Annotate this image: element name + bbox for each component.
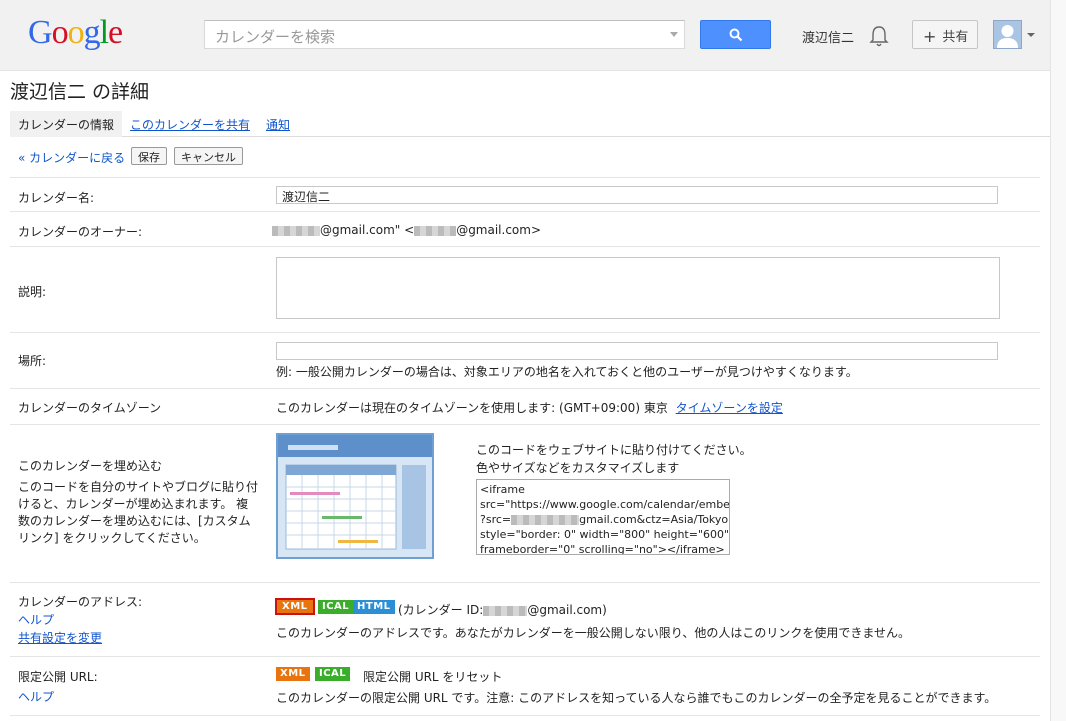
- calendar-id-suffix: @gmail.com): [527, 603, 607, 617]
- code-line: <iframe: [480, 483, 525, 496]
- set-timezone-link[interactable]: タイムゾーンを設定: [676, 401, 783, 415]
- tab-calendar-details[interactable]: カレンダーの情報: [10, 111, 123, 137]
- private-xml-badge-button[interactable]: XML: [276, 667, 310, 681]
- embed-desc-line: 数のカレンダーを埋め込むには、[カスタム: [18, 514, 251, 528]
- private-ical-badge-button[interactable]: ICAL: [315, 667, 351, 681]
- owner-email-1: @gmail.com": [320, 223, 401, 237]
- logo-letter: g: [83, 14, 101, 51]
- calendar-id-prefix: (カレンダー ID:: [398, 603, 484, 617]
- redacted-email: [483, 605, 528, 616]
- address-section: カレンダーのアドレス: ヘルプ 共有設定を変更: [18, 593, 142, 647]
- search-button[interactable]: [700, 20, 771, 49]
- cancel-button[interactable]: キャンセル: [174, 147, 243, 165]
- code-line: frameborder="0" scrolling="no"></iframe>: [480, 543, 725, 555]
- calendar-name-value: 渡辺信二: [282, 190, 331, 204]
- logo-letter: o: [51, 14, 69, 51]
- user-name[interactable]: 渡辺信二: [802, 27, 854, 46]
- owner-value: @gmail.com" < @gmail.com>: [272, 223, 541, 237]
- reset-private-url-link[interactable]: 限定公開 URL をリセット: [363, 668, 502, 685]
- share-label: 共有: [942, 30, 969, 45]
- location-note: 例: 一般公開カレンダーの場合は、対象エリアの地名を入れておくと他のユーザーが見…: [276, 365, 858, 379]
- html-badge-button[interactable]: HTML: [353, 600, 395, 614]
- help-link[interactable]: ヘルプ: [18, 611, 142, 629]
- embed-instruction: このコードをウェブサイトに貼り付けてください。: [476, 443, 752, 457]
- calendar-name-field[interactable]: 渡辺信二: [276, 186, 998, 204]
- top-bar: Google カレンダーを検索 渡辺信二 + 共有: [0, 0, 1050, 71]
- private-url-section: 限定公開 URL: ヘルプ: [18, 667, 98, 707]
- timezone-value: このカレンダーは現在のタイムゾーンを使用します: (GMT+09:00) 東京 …: [276, 399, 783, 416]
- chevron-down-icon[interactable]: [1027, 33, 1035, 37]
- search-icon: [729, 28, 743, 42]
- tab-notifications[interactable]: 通知: [258, 111, 298, 137]
- location-field[interactable]: [276, 342, 998, 360]
- row-calendar-address: カレンダーのアドレス: ヘルプ 共有設定を変更 XML ICAL HTML (カ…: [10, 582, 1040, 656]
- back-to-calendar-link[interactable]: « カレンダーに戻る: [18, 149, 125, 166]
- row-timezone: カレンダーのタイムゾーン このカレンダーは現在のタイムゾーンを使用します: (G…: [10, 388, 1040, 424]
- embed-desc-line: このコードを自分のサイトやブログに貼り付: [18, 480, 259, 494]
- tab-bar: カレンダーの情報 このカレンダーを共有 通知: [10, 111, 1050, 137]
- avatar[interactable]: [993, 20, 1022, 49]
- share-button[interactable]: + 共有: [912, 20, 978, 49]
- embed-section: このカレンダーを埋め込む このコードを自分のサイトやブログに貼り付 けると、カレ…: [18, 458, 258, 547]
- change-sharing-link[interactable]: 共有設定を変更: [18, 629, 142, 647]
- logo-letter: e: [108, 14, 123, 51]
- chevron-down-icon[interactable]: [670, 32, 678, 37]
- search-placeholder: カレンダーを検索: [215, 28, 336, 46]
- search-input[interactable]: カレンダーを検索: [204, 20, 685, 49]
- embed-code-textarea[interactable]: <iframe src="https://www.google.com/calen…: [476, 479, 730, 555]
- embedded-calendar-preview-image: [276, 433, 434, 559]
- private-help-link[interactable]: ヘルプ: [18, 687, 98, 707]
- owner-label: カレンダーのオーナー:: [18, 225, 143, 239]
- row-embed: このカレンダーを埋め込む このコードを自分のサイトやブログに貼り付 けると、カレ…: [10, 424, 1040, 582]
- description-textarea[interactable]: [276, 257, 1000, 319]
- redacted-email: [511, 515, 580, 525]
- user-silhouette-icon: [997, 25, 1018, 48]
- code-line: src="https://www.google.com/calendar/emb…: [480, 498, 730, 511]
- timezone-text: このカレンダーは現在のタイムゾーンを使用します: (GMT+09:00) 東京: [276, 401, 668, 415]
- row-private-url: 限定公開 URL: ヘルプ XML ICAL 限定公開 URL をリセット この…: [10, 656, 1040, 716]
- xml-badge-button[interactable]: XML: [274, 597, 316, 616]
- calendar-id: (カレンダー ID: @gmail.com): [398, 601, 607, 618]
- address-label: カレンダーのアドレス:: [18, 595, 143, 609]
- code-line: style="border: 0" width="800" height="60…: [480, 528, 730, 541]
- tab-share-calendar[interactable]: このカレンダーを共有: [122, 111, 258, 137]
- code-line: ?src= gmail.com&ctz=Asia/Tokyo": [480, 512, 729, 527]
- redacted-email: [272, 225, 320, 236]
- code-fragment: ?src=: [480, 513, 512, 526]
- row-owner: カレンダーのオーナー: @gmail.com" < @gmail.com>: [10, 211, 1040, 246]
- description-label: 説明:: [18, 285, 47, 299]
- location-label: 場所:: [18, 354, 47, 368]
- address-note: このカレンダーのアドレスです。あなたがカレンダーを一般公開しない限り、他の人はこ…: [276, 626, 910, 640]
- embed-title: このカレンダーを埋め込む: [18, 459, 163, 473]
- page-title: 渡辺信二 の詳細: [10, 81, 150, 103]
- customize-embed-link[interactable]: 色やサイズなどをカスタマイズします: [476, 459, 679, 476]
- row-calendar-name: カレンダー名: 渡辺信二: [10, 177, 1040, 211]
- row-description: 説明:: [10, 246, 1040, 332]
- bell-icon[interactable]: [868, 24, 890, 48]
- timezone-label: カレンダーのタイムゾーン: [18, 401, 162, 415]
- scrollbar[interactable]: [1050, 0, 1066, 721]
- save-button[interactable]: 保存: [131, 147, 167, 165]
- ical-badge-button[interactable]: ICAL: [318, 600, 354, 614]
- embed-desc-line: リンク] をクリックしてください。: [18, 531, 206, 545]
- row-location: 場所: 例: 一般公開カレンダーの場合は、対象エリアの地名を入れておくと他のユー…: [10, 332, 1040, 388]
- google-logo[interactable]: Google: [28, 14, 123, 52]
- private-url-note: このカレンダーの限定公開 URL です。注意: このアドレスを知っている人なら誰…: [276, 691, 997, 705]
- calendar-name-label: カレンダー名:: [18, 191, 95, 205]
- calendar-preview-illustration: [278, 435, 432, 550]
- embed-desc-line: けると、カレンダーが埋め込まれます。 複: [18, 497, 249, 511]
- redacted-email: [414, 225, 457, 236]
- logo-letter: l: [99, 14, 110, 51]
- owner-email-2: @gmail.com>: [456, 223, 542, 237]
- plus-icon: +: [923, 27, 937, 46]
- owner-bracket: <: [404, 223, 415, 237]
- private-url-label: 限定公開 URL:: [18, 670, 98, 684]
- logo-letter: G: [28, 14, 53, 51]
- logo-letter: o: [67, 14, 85, 51]
- code-fragment: gmail.com&ctz=Asia/Tokyo": [579, 513, 730, 526]
